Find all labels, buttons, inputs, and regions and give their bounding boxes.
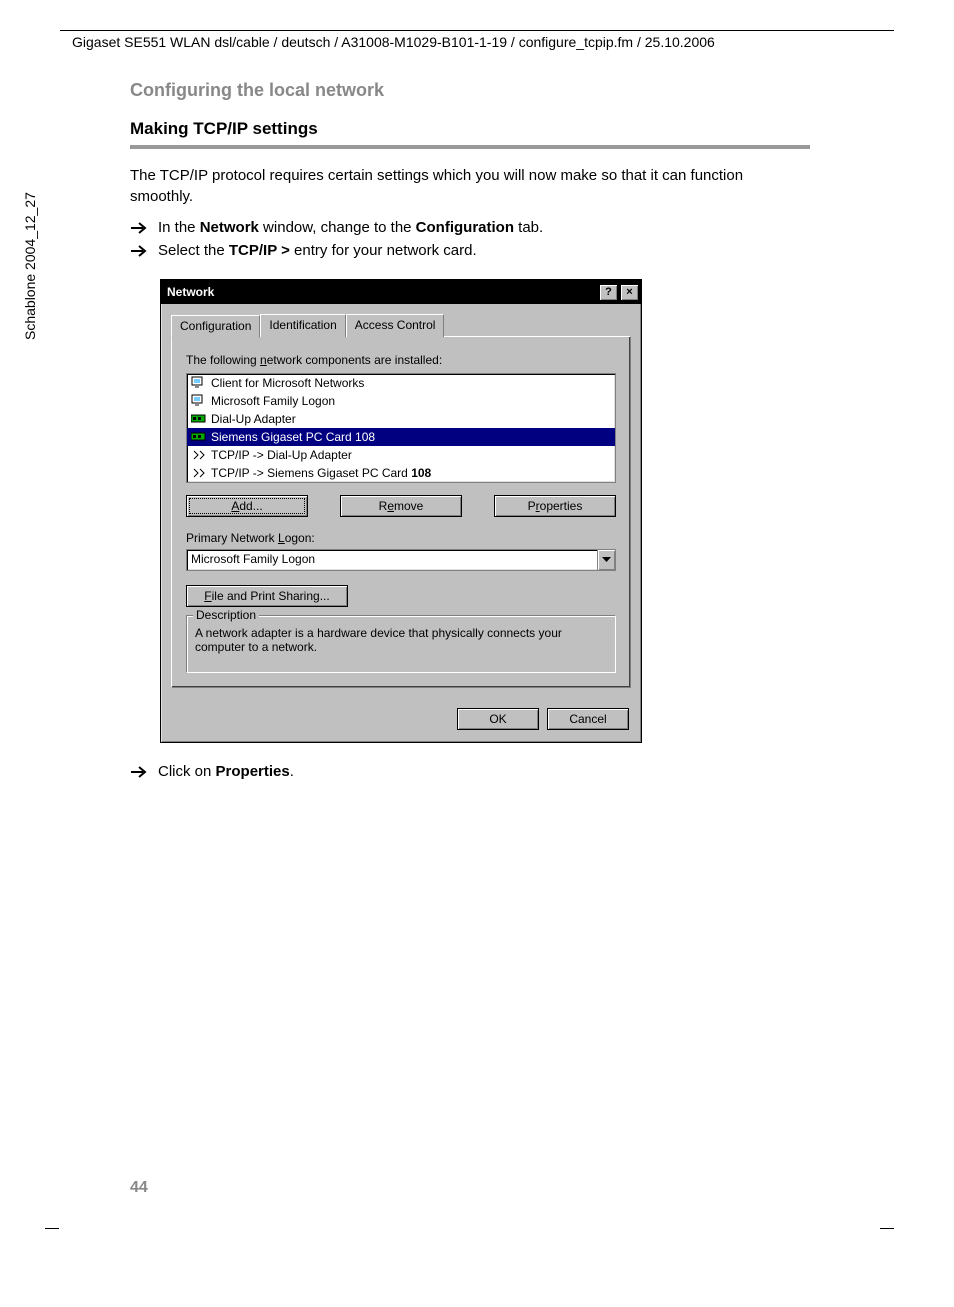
arrow-icon <box>130 765 152 779</box>
tab-configuration[interactable]: Configuration <box>171 315 260 338</box>
adapter-icon <box>191 430 207 444</box>
properties-button[interactable]: Properties <box>494 495 616 517</box>
header-rule <box>60 30 894 31</box>
crop-mark-top-right <box>880 30 894 31</box>
combo-value: Microsoft Family Logon <box>187 550 597 570</box>
arrow-icon <box>130 221 152 235</box>
template-stamp: Schablone 2004_12_27 <box>22 192 38 340</box>
subsection-title: Making TCP/IP settings <box>130 119 810 139</box>
list-item[interactable]: Dial-Up Adapter <box>187 410 615 428</box>
section-title: Configuring the local network <box>130 80 810 101</box>
close-button[interactable]: × <box>620 284 639 301</box>
step-1: In the Network window, change to the Con… <box>130 219 810 236</box>
primary-logon-label: Primary Network Logon: <box>186 531 616 545</box>
protocol-icon <box>191 466 207 480</box>
step-3: Click on Properties. <box>130 763 810 780</box>
titlebar[interactable]: Network ? × <box>161 280 641 304</box>
file-print-sharing-button[interactable]: File and Print Sharing... <box>186 585 348 607</box>
description-text: A network adapter is a hardware device t… <box>195 626 607 654</box>
tab-access-control[interactable]: Access Control <box>346 314 445 337</box>
add-button[interactable]: Add... <box>186 495 308 517</box>
remove-button[interactable]: Remove <box>340 495 462 517</box>
header-path: Gigaset SE551 WLAN dsl/cable / deutsch /… <box>72 34 715 50</box>
cancel-button[interactable]: Cancel <box>547 708 629 730</box>
tab-strip: Configuration Identification Access Cont… <box>171 314 631 337</box>
step-2: Select the TCP/IP > entry for your netwo… <box>130 242 810 259</box>
chevron-down-icon[interactable] <box>597 550 615 570</box>
list-item[interactable]: TCP/IP -> Dial-Up Adapter <box>187 446 615 464</box>
tab-identification[interactable]: Identification <box>260 314 345 337</box>
help-button[interactable]: ? <box>599 284 618 301</box>
titlebar-text: Network <box>167 285 597 299</box>
ok-button[interactable]: OK <box>457 708 539 730</box>
list-label: The following network components are ins… <box>186 353 616 367</box>
section-rule <box>130 145 810 149</box>
list-item[interactable]: Client for Microsoft Networks <box>187 374 615 392</box>
description-group: Description A network adapter is a hardw… <box>186 615 616 673</box>
group-legend: Description <box>193 608 259 622</box>
crop-mark-bottom-right <box>880 1228 894 1229</box>
client-icon <box>191 376 207 390</box>
crop-mark-bottom-left <box>45 1228 59 1229</box>
list-item[interactable]: TCP/IP -> Siemens Gigaset PC Card 108 <box>187 464 615 482</box>
intro-paragraph: The TCP/IP protocol requires certain set… <box>130 165 810 207</box>
tab-page: The following network components are ins… <box>171 336 631 688</box>
list-item-selected[interactable]: Siemens Gigaset PC Card 108 <box>187 428 615 446</box>
page-number: 44 <box>130 1179 148 1197</box>
list-item[interactable]: Microsoft Family Logon <box>187 392 615 410</box>
client-icon <box>191 394 207 408</box>
primary-logon-combo[interactable]: Microsoft Family Logon <box>186 549 616 571</box>
components-listbox[interactable]: Client for Microsoft Networks Microsoft … <box>186 373 616 483</box>
adapter-icon <box>191 412 207 426</box>
network-dialog: Network ? × Configuration Identification… <box>160 279 642 743</box>
protocol-icon <box>191 448 207 462</box>
arrow-icon <box>130 244 152 258</box>
